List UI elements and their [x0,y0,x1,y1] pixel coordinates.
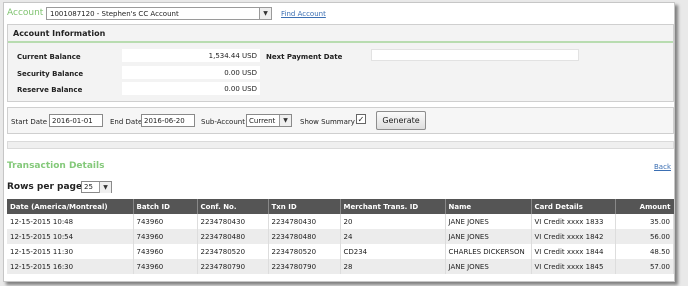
table-row[interactable]: 12-15-2015 16:30 743960 2234780790 22347… [7,259,674,274]
rows-per-page-select[interactable]: 25 ▼ [81,181,112,193]
column-header-date[interactable]: Date (America/Montreal) [7,199,134,214]
cell-conf-no: 2234780790 [197,259,269,274]
column-header-card-details[interactable]: Card Details [531,199,616,214]
sub-account-label: Sub-Account [201,118,245,126]
chevron-down-icon[interactable]: ▼ [259,8,271,19]
cell-amount: 57.00 [615,259,674,274]
table-row[interactable]: 12-15-2015 10:54 743960 2234780480 22347… [7,229,674,244]
cell-conf-no: 2234780480 [197,229,269,244]
cell-txn-id: 2234780520 [268,244,341,259]
sub-account-select[interactable]: Current ▼ [246,114,292,127]
cell-conf-no: 2234780520 [197,244,269,259]
cell-date: 12-15-2015 16:30 [7,259,134,274]
cell-date: 12-15-2015 10:48 [7,214,134,229]
current-balance-label: Current Balance [17,53,81,61]
generate-button[interactable]: Generate [376,111,426,130]
cell-name: JANE JONES [445,214,532,229]
chevron-down-icon[interactable]: ▼ [99,182,111,193]
show-summary-label: Show Summary [300,118,355,126]
cell-conf-no: 2234780430 [197,214,269,229]
cell-txn-id: 2234780430 [268,214,341,229]
table-header-row: Date (America/Montreal) Batch ID Conf. N… [7,199,674,214]
cell-merchant-trans-id: 28 [340,259,446,274]
account-window: Account 1001087120 - Stephen's CC Accoun… [3,2,675,282]
start-date-input[interactable]: 2016-01-01 [49,114,103,127]
sub-account-value: Current [249,117,276,125]
transaction-details-title: Transaction Details [7,161,105,171]
find-account-link[interactable]: Find Account [281,10,326,18]
cell-batch-id: 743960 [133,229,198,244]
column-header-merchant-trans-id[interactable]: Merchant Trans. ID [340,199,446,214]
account-select[interactable]: 1001087120 - Stephen's CC Account ▼ [46,7,272,20]
transactions-table: Date (America/Montreal) Batch ID Conf. N… [7,199,674,274]
column-header-txn-id[interactable]: Txn ID [268,199,341,214]
security-balance-value: 0.00 USD [122,66,260,79]
cell-txn-id: 2234780790 [268,259,341,274]
column-header-batch-id[interactable]: Batch ID [133,199,198,214]
account-select-value: 1001087120 - Stephen's CC Account [50,10,179,18]
checkmark-icon: ✓ [357,115,365,124]
cell-date: 12-15-2015 10:54 [7,229,134,244]
cell-card-details: VI Credit xxxx 1842 [531,229,616,244]
cell-card-details: VI Credit xxxx 1845 [531,259,616,274]
cell-txn-id: 2234780480 [268,229,341,244]
filter-bar: Start Date 2016-01-01 End Date 2016-06-2… [7,107,674,134]
start-date-label: Start Date [11,118,48,126]
chevron-down-icon[interactable]: ▼ [279,115,291,126]
column-header-name[interactable]: Name [445,199,532,214]
current-balance-value: 1,534.44 USD [122,49,260,62]
column-header-amount[interactable]: Amount [615,199,674,214]
cell-amount: 56.00 [615,229,674,244]
table-row[interactable]: 12-15-2015 10:48 743960 2234780430 22347… [7,214,674,229]
back-link[interactable]: Back [654,163,671,171]
account-information-title: Account Information [8,25,673,43]
divider-bar [7,141,674,149]
next-payment-date-value [371,49,579,61]
cell-merchant-trans-id: 20 [340,214,446,229]
cell-name: CHARLES DICKERSON [445,244,532,259]
reserve-balance-label: Reserve Balance [17,86,83,94]
cell-batch-id: 743960 [133,214,198,229]
show-summary-checkbox[interactable]: ✓ [356,114,366,124]
table-row[interactable]: 12-15-2015 11:30 743960 2234780520 22347… [7,244,674,259]
cell-date: 12-15-2015 11:30 [7,244,134,259]
security-balance-label: Security Balance [17,70,84,78]
cell-amount: 48.50 [615,244,674,259]
cell-merchant-trans-id: CD234 [340,244,446,259]
column-header-conf-no[interactable]: Conf. No. [197,199,269,214]
end-date-label: End Date [110,118,143,126]
cell-batch-id: 743960 [133,259,198,274]
cell-card-details: VI Credit xxxx 1833 [531,214,616,229]
rows-per-page-label: Rows per page [7,182,83,192]
reserve-balance-value: 0.00 USD [122,82,260,95]
cell-card-details: VI Credit xxxx 1844 [531,244,616,259]
rows-per-page-value: 25 [84,183,93,191]
cell-merchant-trans-id: 24 [340,229,446,244]
account-information-panel: Account Information Current Balance 1,53… [7,24,674,102]
cell-name: JANE JONES [445,229,532,244]
end-date-input[interactable]: 2016-06-20 [141,114,195,127]
cell-name: JANE JONES [445,259,532,274]
next-payment-date-label: Next Payment Date [266,53,343,61]
cell-batch-id: 743960 [133,244,198,259]
account-label: Account [7,8,44,18]
cell-amount: 35.00 [615,214,674,229]
